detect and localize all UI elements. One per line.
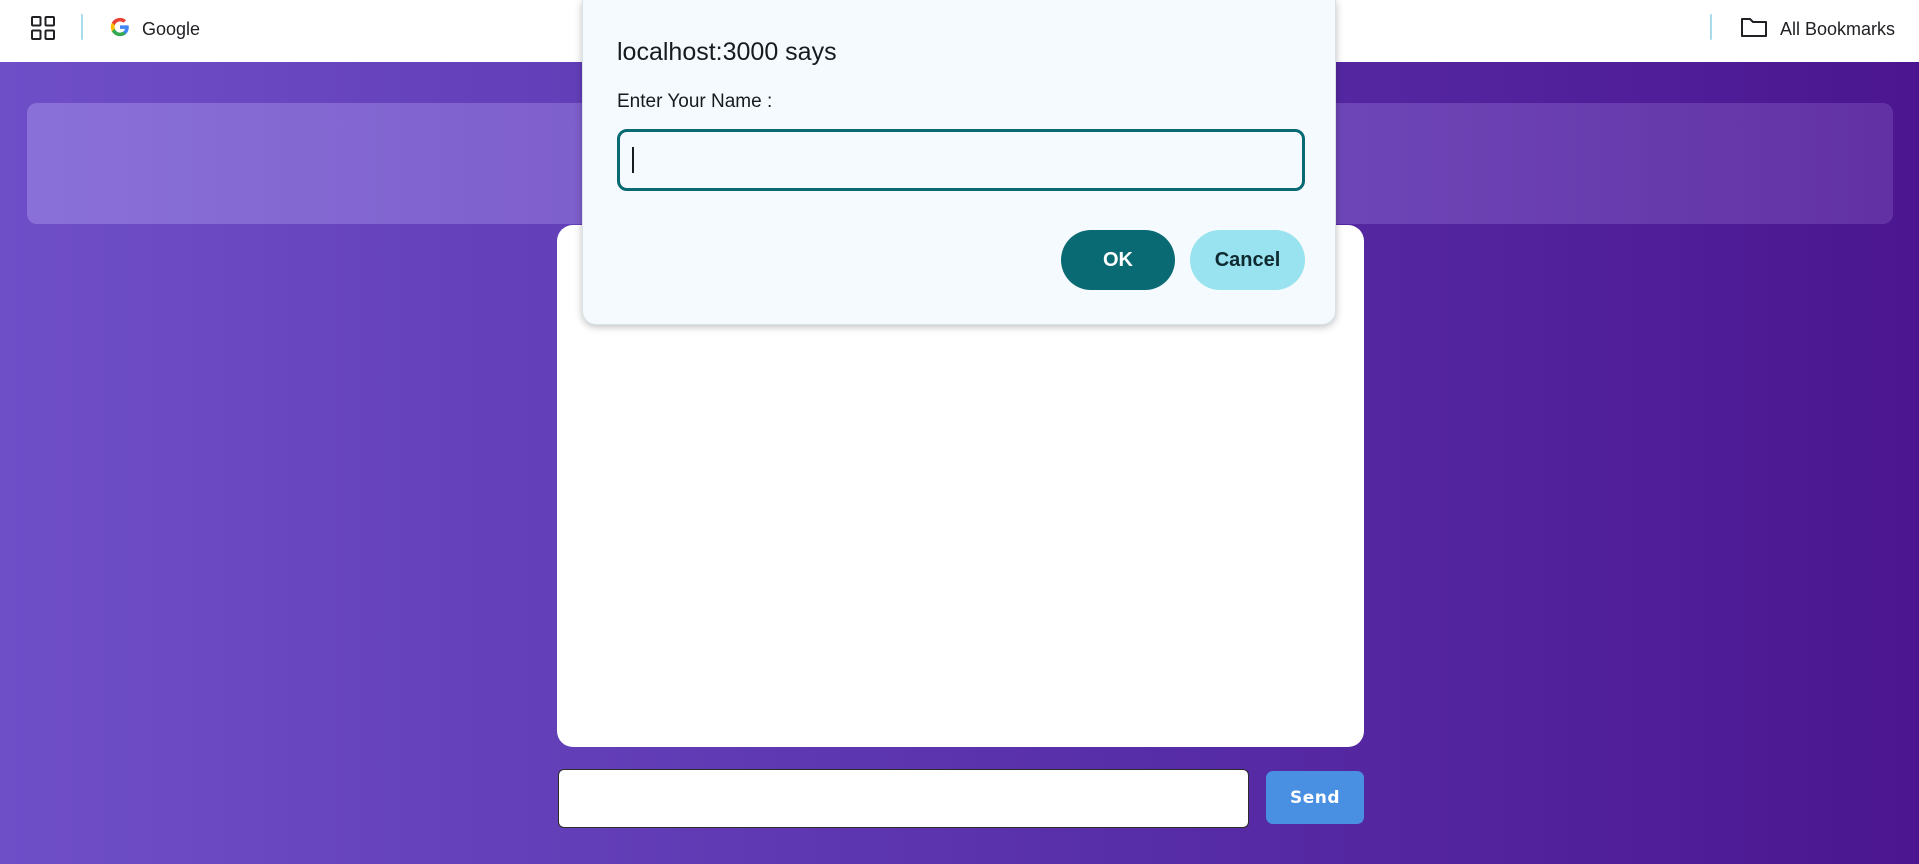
bookmarks-divider-right <box>1710 14 1712 40</box>
folder-icon <box>1740 16 1768 43</box>
text-caret <box>632 147 634 173</box>
all-bookmarks-button[interactable]: All Bookmarks <box>1740 16 1895 43</box>
ok-button[interactable]: OK <box>1061 230 1175 290</box>
google-bookmark[interactable]: Google <box>109 16 200 43</box>
dialog-message: Enter Your Name : <box>617 91 773 112</box>
cancel-button[interactable]: Cancel <box>1190 230 1305 290</box>
all-bookmarks-label: All Bookmarks <box>1779 19 1895 39</box>
prompt-dialog: localhost:3000 says Enter Your Name : OK… <box>582 0 1336 325</box>
send-button[interactable]: Send <box>1266 771 1364 824</box>
google-icon <box>109 16 131 43</box>
message-input[interactable] <box>558 769 1249 828</box>
bookmarks-divider <box>81 14 83 40</box>
dialog-title: localhost:3000 says <box>617 38 837 66</box>
google-bookmark-label: Google <box>142 19 201 39</box>
apps-grid-icon[interactable] <box>31 16 55 40</box>
name-input[interactable] <box>617 129 1305 191</box>
